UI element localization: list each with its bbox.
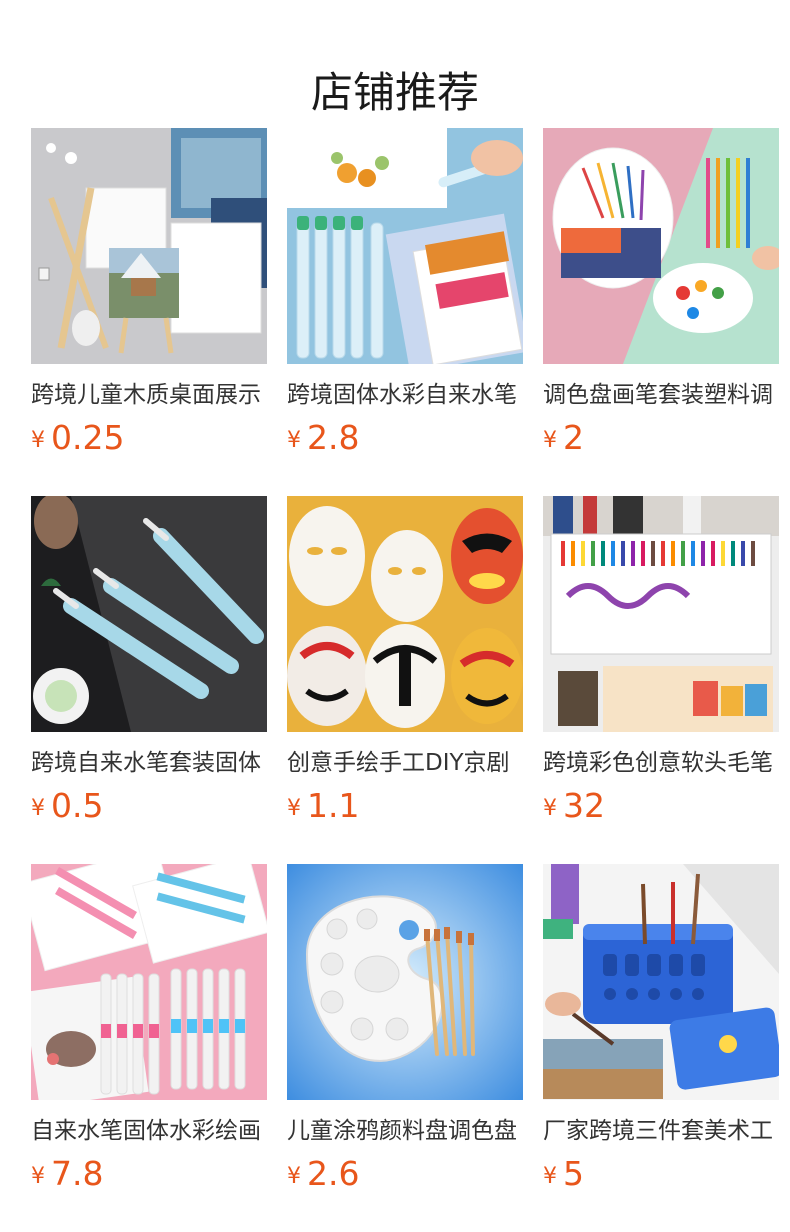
product-image-water-brush-pens[interactable] — [287, 128, 523, 364]
currency-symbol: ¥ — [287, 428, 301, 453]
product-image-easel[interactable] — [31, 128, 267, 364]
currency-symbol: ¥ — [31, 1164, 45, 1189]
product-price: ¥2.8 — [287, 416, 359, 460]
product-price: ¥0.5 — [31, 784, 103, 828]
product-card[interactable]: 跨境固体水彩自来水笔 ¥2.8 — [287, 128, 523, 468]
product-name[interactable]: 儿童涂鸦颜料盘调色盘 — [287, 1114, 523, 1148]
page-title: 店铺推荐 — [310, 68, 479, 118]
product-card[interactable]: 调色盘画笔套装塑料调 ¥2 — [543, 128, 779, 468]
product-image-water-brush-set[interactable] — [31, 864, 267, 1100]
product-card[interactable]: 自来水笔固体水彩绘画 ¥7.8 — [31, 864, 267, 1204]
product-card[interactable]: 儿童涂鸦颜料盘调色盘 ¥2.6 — [287, 864, 523, 1204]
product-name[interactable]: 自来水笔固体水彩绘画 — [31, 1114, 267, 1148]
product-price: ¥2.6 — [287, 1152, 359, 1196]
product-name[interactable]: 跨境自来水笔套装固体 — [31, 746, 267, 780]
product-card[interactable]: 跨境彩色创意软头毛笔 ¥32 — [543, 496, 779, 836]
price-value: 2.6 — [307, 1154, 360, 1193]
currency-symbol: ¥ — [31, 428, 45, 453]
product-price: ¥0.25 — [31, 416, 124, 460]
currency-symbol: ¥ — [543, 796, 557, 821]
price-value: 0.5 — [51, 786, 104, 825]
product-card[interactable]: 厂家跨境三件套美术工 ¥5 — [543, 864, 779, 1204]
currency-symbol: ¥ — [543, 428, 557, 453]
price-value: 0.25 — [51, 418, 125, 457]
price-value: 7.8 — [51, 1154, 104, 1193]
product-price: ¥2 — [543, 416, 584, 460]
product-name[interactable]: 跨境儿童木质桌面展示 — [31, 378, 267, 412]
product-image-opera-masks[interactable] — [287, 496, 523, 732]
product-price: ¥32 — [543, 784, 605, 828]
product-price: ¥1.1 — [287, 784, 359, 828]
currency-symbol: ¥ — [287, 1164, 301, 1189]
product-card[interactable]: 创意手绘手工DIY京剧 ¥1.1 — [287, 496, 523, 836]
product-price: ¥5 — [543, 1152, 584, 1196]
product-card[interactable]: 跨境儿童木质桌面展示 ¥0.25 — [31, 128, 267, 468]
currency-symbol: ¥ — [543, 1164, 557, 1189]
product-image-watercolor-brush-pen[interactable] — [543, 496, 779, 732]
product-price: ¥7.8 — [31, 1152, 103, 1196]
product-name[interactable]: 厂家跨境三件套美术工 — [543, 1114, 779, 1148]
product-image-brush-washer-bucket[interactable] — [543, 864, 779, 1100]
price-value: 32 — [563, 786, 605, 825]
product-name[interactable]: 跨境固体水彩自来水笔 — [287, 378, 523, 412]
product-image-paint-palette[interactable] — [287, 864, 523, 1100]
currency-symbol: ¥ — [31, 796, 45, 821]
price-value: 1.1 — [307, 786, 360, 825]
product-name[interactable]: 调色盘画笔套装塑料调 — [543, 378, 779, 412]
product-card[interactable]: 跨境自来水笔套装固体 ¥0.5 — [31, 496, 267, 836]
price-value: 5 — [563, 1154, 584, 1193]
price-value: 2 — [563, 418, 584, 457]
product-name[interactable]: 跨境彩色创意软头毛笔 — [543, 746, 779, 780]
currency-symbol: ¥ — [287, 796, 301, 821]
product-image-palette-brush-set[interactable] — [543, 128, 779, 364]
product-image-water-brush-trio[interactable] — [31, 496, 267, 732]
price-value: 2.8 — [307, 418, 360, 457]
product-name[interactable]: 创意手绘手工DIY京剧 — [287, 746, 523, 780]
